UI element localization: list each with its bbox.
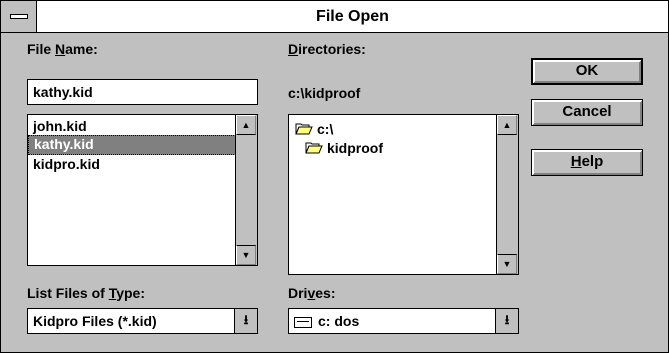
directories-label-suffix: irectories: (298, 41, 366, 57)
ok-button[interactable]: OK (531, 58, 643, 85)
directory-tree-scrollbar[interactable]: ▲ ▼ (496, 115, 518, 274)
file-name-input[interactable]: kathy.kid (27, 79, 258, 105)
file-name-label-hotkey: N (55, 41, 66, 57)
file-type-select[interactable]: Kidpro Files (*.kid) ⭳ (27, 308, 258, 334)
system-menu-icon (10, 14, 28, 19)
file-type-value: Kidpro Files (*.kid) (33, 313, 157, 329)
file-name-label-suffix: ame: (65, 41, 98, 57)
drive-icon (294, 316, 312, 328)
file-name-label-prefix: File (27, 41, 56, 57)
open-folder-icon (295, 121, 313, 140)
system-menu-button[interactable] (1, 1, 37, 32)
file-list-scrollbar[interactable]: ▲ ▼ (235, 115, 257, 265)
scroll-down-icon[interactable]: ▼ (236, 245, 256, 265)
file-open-dialog: File Open File Name: kathy.kid john.kid k… (0, 0, 669, 353)
directories-label: Directories: (288, 41, 366, 57)
file-type-label-prefix: List Files of (27, 285, 109, 301)
file-list[interactable]: john.kid kathy.kid kidpro.kid ▲ ▼ (27, 114, 258, 266)
dropdown-arrow-icon[interactable]: ⭳ (495, 309, 518, 333)
scroll-down-icon[interactable]: ▼ (497, 254, 517, 274)
file-list-item[interactable]: john.kid (28, 117, 236, 135)
current-directory-path: c:\kidproof (288, 85, 361, 101)
help-button-hotkey: H (570, 153, 582, 170)
drives-label: Drives: (288, 285, 335, 301)
drives-value: c: dos (318, 313, 360, 329)
open-folder-icon (305, 140, 323, 159)
directory-item-label: kidproof (327, 140, 383, 156)
help-button[interactable]: Help (531, 149, 643, 176)
directory-tree-items: c:\ kidproof (289, 115, 497, 274)
file-list-item[interactable]: kidpro.kid (28, 155, 236, 173)
file-name-label: File Name: (27, 41, 98, 57)
drives-label-suffix: es: (315, 285, 336, 301)
directory-item-label: c:\ (317, 121, 334, 137)
title-bar[interactable]: File Open (1, 1, 668, 33)
file-type-label: List Files of Type: (27, 285, 145, 301)
directories-label-hotkey: D (288, 41, 299, 57)
dropdown-arrow-icon[interactable]: ⭳ (234, 309, 257, 333)
window-title: File Open (316, 8, 389, 25)
file-type-label-suffix: ype: (116, 285, 145, 301)
cancel-button[interactable]: Cancel (531, 99, 643, 126)
file-list-items: john.kid kathy.kid kidpro.kid (28, 115, 236, 265)
drives-label-prefix: Dri (288, 285, 308, 301)
scroll-up-icon[interactable]: ▲ (497, 115, 517, 135)
file-list-item[interactable]: kathy.kid (28, 135, 236, 155)
directory-tree[interactable]: c:\ kidproof ▲ ▼ (288, 114, 519, 275)
directory-item-root[interactable]: c:\ (295, 120, 497, 139)
scroll-up-icon[interactable]: ▲ (236, 115, 256, 135)
drives-select[interactable]: c: dos ⭳ (288, 308, 519, 334)
help-button-label: elp (581, 153, 604, 170)
directory-item-kidproof[interactable]: kidproof (295, 139, 497, 158)
